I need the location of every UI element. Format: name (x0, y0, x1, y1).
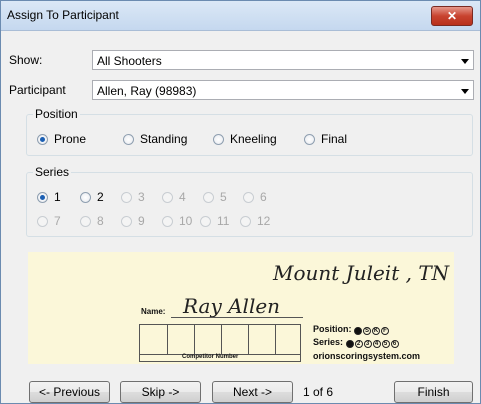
series-radio-7: 7 (37, 214, 61, 228)
next-button[interactable]: Next -> (212, 381, 293, 403)
radio-icon (243, 192, 254, 203)
series-radio-10: 10 (162, 214, 192, 228)
window-title: Assign To Participant (7, 8, 119, 22)
radio-icon (162, 216, 173, 227)
series-11-label: 11 (217, 214, 230, 228)
card-series-row: Series: 123456 (313, 337, 400, 348)
radio-icon (37, 216, 48, 227)
position-standing-label: Standing (140, 132, 188, 146)
card-name-line (171, 317, 303, 318)
card-series-label: Series: (313, 337, 344, 347)
show-label: Show: (9, 53, 43, 67)
series-radio-4: 4 (162, 190, 186, 204)
card-position-row: Position: PSKF (313, 324, 390, 335)
series-5-label: 5 (220, 190, 227, 204)
radio-icon (200, 216, 211, 227)
series-1-label: 1 (54, 190, 61, 204)
position-radio-final[interactable]: Final (304, 132, 347, 146)
position-prone-label: Prone (54, 132, 87, 146)
participant-value: Allen, Ray (98983) (97, 84, 197, 98)
card-website: orionscoringsystem.com (313, 351, 421, 361)
card-name-handwriting: Ray Allen (183, 294, 281, 318)
radio-icon (80, 216, 91, 227)
position-bubbles-icon: PSKF (354, 325, 390, 335)
radio-icon (121, 192, 132, 203)
radio-icon (121, 216, 132, 227)
close-icon: ✕ (446, 9, 458, 23)
series-radio-1[interactable]: 1 (37, 190, 61, 204)
card-name-label: Name: (141, 307, 166, 316)
show-dropdown[interactable]: All Shooters (92, 50, 474, 70)
series-9-label: 9 (138, 214, 145, 228)
finish-button[interactable]: Finish (394, 381, 473, 403)
radio-icon (37, 192, 48, 203)
position-radio-standing[interactable]: Standing (123, 132, 187, 146)
series-radio-8: 8 (80, 214, 104, 228)
radio-icon (240, 216, 251, 227)
position-legend: Position (33, 107, 80, 121)
chevron-down-icon[interactable] (461, 89, 469, 94)
series-6-label: 6 (260, 190, 267, 204)
radio-icon (80, 192, 91, 203)
radio-icon (123, 134, 134, 145)
series-7-label: 7 (54, 214, 61, 228)
series-radio-3: 3 (121, 190, 145, 204)
series-10-label: 10 (179, 214, 193, 228)
competitor-number-label: Competitor Number (182, 354, 239, 360)
previous-button[interactable]: <- Previous (29, 381, 110, 403)
series-3-label: 3 (138, 190, 145, 204)
assign-to-participant-dialog: Assign To Participant ✕ Show: All Shoote… (0, 0, 481, 404)
participant-dropdown[interactable]: Allen, Ray (98983) (92, 80, 474, 100)
series-bubbles-icon: 123456 (345, 338, 400, 348)
series-2-label: 2 (97, 190, 104, 204)
position-kneeling-label: Kneeling (230, 132, 277, 146)
series-radio-5: 5 (203, 190, 227, 204)
position-final-label: Final (321, 132, 348, 146)
series-radio-12: 12 (240, 214, 270, 228)
position-radio-prone[interactable]: Prone (37, 132, 86, 146)
position-radio-kneeling[interactable]: Kneeling (213, 132, 277, 146)
series-radio-2[interactable]: 2 (80, 190, 104, 204)
series-12-label: 12 (257, 214, 271, 228)
series-radio-11: 11 (200, 214, 229, 228)
radio-icon (162, 192, 173, 203)
card-location-handwriting: Mount Juleit , TN (273, 261, 450, 285)
series-8-label: 8 (97, 214, 104, 228)
chevron-down-icon[interactable] (461, 59, 469, 64)
title-bar: Assign To Participant ✕ (1, 1, 480, 31)
close-button[interactable]: ✕ (431, 6, 473, 26)
radio-icon (213, 134, 224, 145)
record-counter: 1 of 6 (303, 385, 334, 399)
skip-button[interactable]: Skip -> (120, 381, 201, 403)
series-4-label: 4 (179, 190, 186, 204)
card-position-label: Position: (313, 324, 352, 334)
series-radio-9: 9 (121, 214, 145, 228)
radio-icon (37, 134, 48, 145)
radio-icon (304, 134, 315, 145)
show-value: All Shooters (97, 54, 162, 68)
series-radio-6: 6 (243, 190, 267, 204)
radio-icon (203, 192, 214, 203)
participant-label: Participant (9, 83, 66, 97)
series-legend: Series (33, 165, 72, 179)
